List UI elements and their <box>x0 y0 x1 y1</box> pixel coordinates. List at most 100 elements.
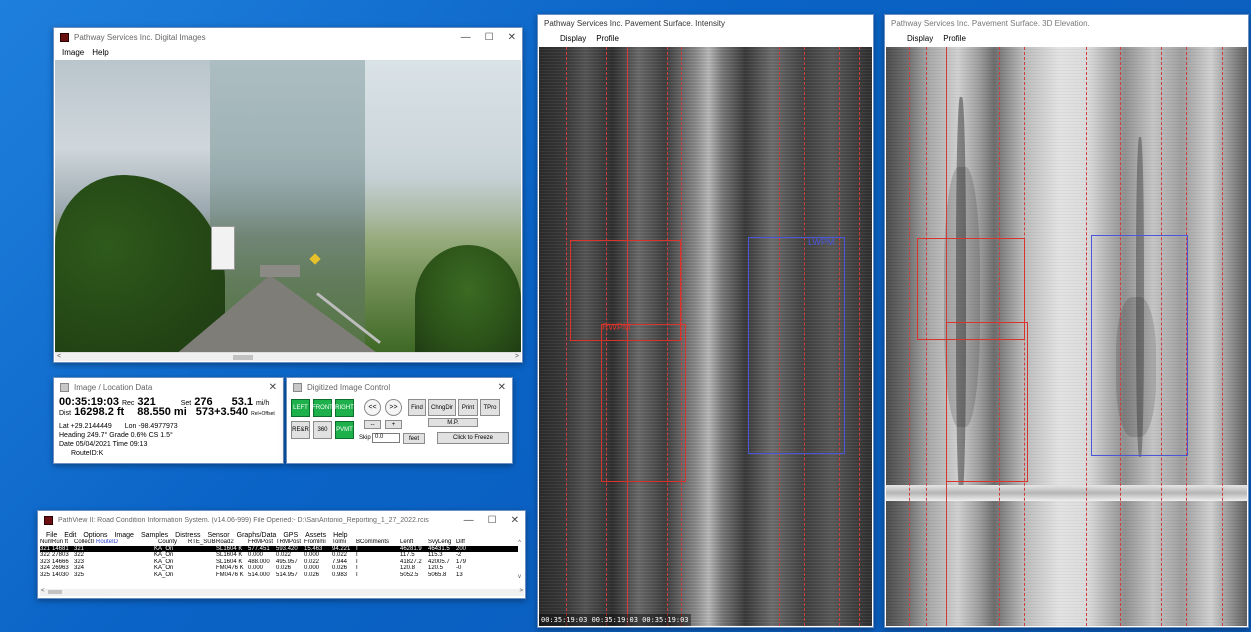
print-button[interactable]: Print <box>458 399 478 416</box>
maximize-icon[interactable]: ☐ <box>485 32 494 43</box>
table-cell: 325 <box>74 571 85 578</box>
latitude: Lat +29.2144449 <box>59 423 112 430</box>
elevation-image[interactable] <box>886 47 1247 626</box>
menu-file[interactable]: File <box>46 532 57 539</box>
rwpm-box-lower[interactable] <box>946 322 1028 482</box>
rel-value: 573+3.540 <box>195 406 249 418</box>
table-cell: 514.957 <box>276 571 298 578</box>
table-cell: 0.983 <box>332 571 348 578</box>
intensity-image[interactable]: RWPM LWPM 00:35:19:03 00:35:19:03 00:35:… <box>539 47 872 626</box>
menu-samples[interactable]: Samples <box>141 532 168 539</box>
road-data-table[interactable]: Num Run ft CollectI RouteID County RTE_SUB Roa… <box>40 539 518 589</box>
scroll-up-icon[interactable]: ^ <box>516 540 523 546</box>
menu-graphs-data[interactable]: Graphs/Data <box>237 532 277 539</box>
rel-unit: Rel+Offset <box>251 411 275 417</box>
find-button[interactable]: Find <box>408 399 426 416</box>
menu-profile[interactable]: Profile <box>943 34 966 43</box>
pathview-titlebar[interactable]: PathView II: Road Condition Information … <box>38 511 525 529</box>
mi-value: 88.550 mi <box>137 406 187 418</box>
close-icon[interactable]: ✕ <box>269 382 277 393</box>
feet-button[interactable]: feet <box>403 433 425 444</box>
lwpm-box[interactable] <box>748 237 845 454</box>
close-icon[interactable]: ✕ <box>511 515 519 526</box>
horizontal-scrollbar[interactable]: < > <box>55 352 521 361</box>
pavement-button[interactable]: PVMT <box>335 421 354 439</box>
menu-display[interactable]: Display <box>560 34 586 43</box>
table-cell: 13 <box>456 571 463 578</box>
intensity-titlebar[interactable]: Pathway Services Inc. Pavement Surface. … <box>538 15 873 32</box>
next-button[interactable]: >> <box>385 399 402 416</box>
control-titlebar[interactable]: Digitized Image Control ✕ <box>287 378 512 396</box>
menu-image[interactable]: Image <box>62 48 84 57</box>
360-camera-button[interactable]: 360 <box>313 421 332 439</box>
window-title: Pathway Services Inc. Pavement Surface. … <box>891 19 1090 28</box>
menu-sensor[interactable]: Sensor <box>207 532 229 539</box>
right-camera-button[interactable]: RIGHT <box>335 399 354 417</box>
tpro-button[interactable]: TPro <box>480 399 500 416</box>
table-vertical-scrollbar[interactable]: ^ v <box>516 540 523 587</box>
change-direction-button[interactable]: ChngDir <box>428 399 456 416</box>
minimize-icon[interactable]: — <box>461 32 471 43</box>
scroll-thumb[interactable] <box>48 590 62 594</box>
elevation-titlebar[interactable]: Pathway Services Inc. Pavement Surface. … <box>885 15 1248 32</box>
dist-label: Dist <box>59 410 72 417</box>
table-cell: 14030 <box>52 571 69 578</box>
pavement-elevation-window: Pathway Services Inc. Pavement Surface. … <box>884 14 1249 628</box>
menu-profile[interactable]: Profile <box>596 34 619 43</box>
previous-button[interactable]: << <box>364 399 381 416</box>
menu-assets[interactable]: Assets <box>305 532 326 539</box>
rwpm-box-lower[interactable] <box>601 324 686 482</box>
scroll-left-icon[interactable]: < <box>57 353 61 360</box>
window-title: Pathway Services Inc. Pavement Surface. … <box>544 19 725 28</box>
table-horizontal-scrollbar[interactable]: < > <box>40 588 524 596</box>
skip-input[interactable]: 0.0 <box>372 433 400 443</box>
table-cell: A_On <box>158 571 174 578</box>
rear-camera-button[interactable]: RE&R <box>291 421 310 439</box>
scroll-left-icon[interactable]: < <box>41 588 45 594</box>
menu-gps[interactable]: GPS <box>283 532 298 539</box>
pathview-window: PathView II: Road Condition Information … <box>37 510 526 599</box>
pavement-joint <box>886 485 1247 501</box>
click-to-freeze-button[interactable]: Click to Freeze <box>437 432 509 444</box>
location-titlebar[interactable]: Image / Location Data ✕ <box>54 378 283 396</box>
close-icon[interactable]: ✕ <box>498 382 506 393</box>
table-cell: 5065.8 <box>428 571 447 578</box>
pavement-intensity-window: Pathway Services Inc. Pavement Surface. … <box>537 14 874 628</box>
scroll-thumb[interactable] <box>233 355 253 360</box>
minimize-icon[interactable]: — <box>464 515 474 526</box>
scroll-right-icon[interactable]: > <box>519 588 523 594</box>
scroll-down-icon[interactable]: v <box>516 574 523 580</box>
route-id: RouteID:K <box>71 450 104 457</box>
menu-help[interactable]: Help <box>333 532 347 539</box>
app-icon <box>60 382 69 392</box>
intensity-menu-bar: Display Profile <box>538 32 873 44</box>
road-panorama-image[interactable] <box>55 60 521 353</box>
digital-images-titlebar[interactable]: Pathway Services Inc. Digital Images — ☐… <box>54 28 522 46</box>
scroll-right-icon[interactable]: > <box>515 353 519 360</box>
front-camera-button[interactable]: FRONT <box>312 399 333 417</box>
close-icon[interactable]: ✕ <box>508 32 516 43</box>
menu-display[interactable]: Display <box>907 34 933 43</box>
location-data-window: Image / Location Data ✕ 00:35:19:03 Rec … <box>53 377 284 464</box>
menu-options[interactable]: Options <box>83 532 107 539</box>
digital-images-window: Pathway Services Inc. Digital Images — ☐… <box>53 27 523 363</box>
lwpm-box[interactable] <box>1091 235 1188 456</box>
table-cell: 5052.5 <box>400 571 419 578</box>
menu-distress[interactable]: Distress <box>175 532 200 539</box>
app-icon <box>60 32 69 42</box>
menu-help[interactable]: Help <box>92 48 108 57</box>
app-icon <box>293 382 302 392</box>
menu-image[interactable]: Image <box>114 532 133 539</box>
decrement-button[interactable]: -- <box>364 420 381 429</box>
date-time: Date 05/04/2021 Time 09:13 <box>59 441 148 448</box>
increment-button[interactable]: + <box>385 420 402 429</box>
menu-edit[interactable]: Edit <box>64 532 76 539</box>
maximize-icon[interactable]: ☐ <box>488 515 497 526</box>
billboard <box>211 226 235 270</box>
table-row[interactable]: 325 14030 325 K A_On FM0476 K 514.000 514.957 0.… <box>40 572 518 579</box>
table-cell: 325 <box>40 571 51 578</box>
left-camera-button[interactable]: LEFT <box>291 399 310 417</box>
mile-post-button[interactable]: M.P. <box>428 418 478 427</box>
skip-label: Skip <box>359 435 371 441</box>
image-control-window: Digitized Image Control ✕ LEFT FRONT RIG… <box>286 377 513 464</box>
